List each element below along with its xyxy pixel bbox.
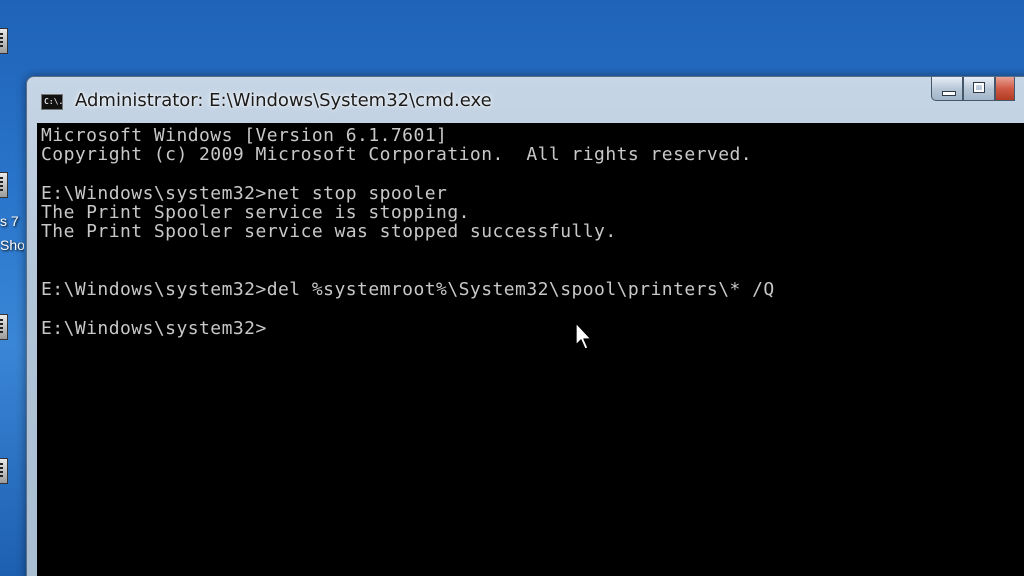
cmd-window[interactable]: C:\. Administrator: E:\Windows\System32\…	[26, 76, 1024, 576]
console-output-area[interactable]: Microsoft Windows [Version 6.1.7601] Cop…	[37, 123, 1024, 576]
desktop-shortcut-icon[interactable]	[0, 458, 8, 484]
desktop-shortcut-icon[interactable]	[0, 314, 8, 340]
cmd-app-icon-text: C:\.	[44, 97, 64, 106]
window-controls	[931, 77, 1015, 101]
cmd-app-icon[interactable]: C:\.	[41, 94, 63, 110]
console-prompt-line[interactable]: E:\Windows\system32>	[41, 319, 775, 339]
console-line: E:\Windows\system32>del %systemroot%\Sys…	[41, 279, 775, 301]
minimize-icon	[942, 91, 956, 96]
window-title: Administrator: E:\Windows\System32\cmd.e…	[75, 90, 492, 111]
desktop-icon-label: Sho	[0, 237, 24, 253]
mouse-pointer-icon	[575, 322, 592, 350]
console-line: The Print Spooler service is stopping.	[41, 202, 470, 224]
minimize-button[interactable]	[931, 77, 963, 101]
console-line: The Print Spooler service was stopped su…	[41, 221, 617, 243]
console-line: Copyright (c) 2009 Microsoft Corporation…	[41, 144, 753, 166]
maximize-icon	[973, 82, 985, 93]
close-button[interactable]	[995, 77, 1015, 101]
console-lines: Microsoft Windows [Version 6.1.7601] Cop…	[41, 125, 775, 339]
title-bar[interactable]: C:\. Administrator: E:\Windows\System32\…	[27, 77, 1024, 123]
console-line: E:\Windows\system32>net stop spooler	[41, 182, 448, 204]
desktop-shortcut-icon[interactable]	[0, 172, 8, 198]
console-line: Microsoft Windows [Version 6.1.7601]	[41, 125, 448, 146]
desktop-icon-label: s 7	[0, 213, 19, 229]
maximize-button[interactable]	[963, 77, 995, 101]
desktop-shortcut-icon[interactable]	[0, 28, 8, 54]
